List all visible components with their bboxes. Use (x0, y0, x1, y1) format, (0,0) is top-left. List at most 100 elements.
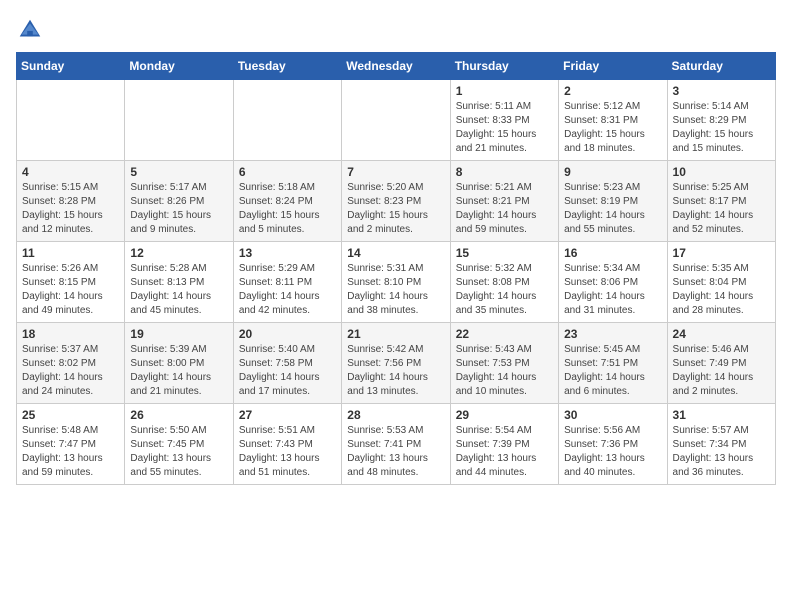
day-number: 30 (564, 408, 661, 422)
day-number: 15 (456, 246, 553, 260)
day-number: 6 (239, 165, 336, 179)
day-info: Sunrise: 5:32 AM Sunset: 8:08 PM Dayligh… (456, 262, 553, 318)
day-number: 27 (239, 408, 336, 422)
day-of-week-header: Saturday (667, 53, 775, 80)
calendar-cell: 22 Sunrise: 5:43 AM Sunset: 7:53 PM Dayli… (450, 323, 558, 404)
day-info: Sunrise: 5:40 AM Sunset: 7:58 PM Dayligh… (239, 343, 336, 399)
day-number: 8 (456, 165, 553, 179)
day-info: Sunrise: 5:37 AM Sunset: 8:02 PM Dayligh… (22, 343, 119, 399)
calendar-cell: 10Sunrise: 5:25 AM Sunset: 8:17 PM Dayli… (667, 161, 775, 242)
calendar-cell: 16Sunrise: 5:34 AM Sunset: 8:06 PM Dayli… (559, 242, 667, 323)
day-number: 14 (347, 246, 444, 260)
day-info: Sunrise: 5:50 AM Sunset: 7:45 PM Dayligh… (130, 424, 227, 480)
day-number: 10 (673, 165, 770, 179)
day-number: 20 (239, 327, 336, 341)
day-info: Sunrise: 5:42 AM Sunset: 7:56 PM Dayligh… (347, 343, 444, 399)
day-info: Sunrise: 5:45 AM Sunset: 7:51 PM Dayligh… (564, 343, 661, 399)
calendar-cell (125, 80, 233, 161)
calendar-cell: 20 Sunrise: 5:40 AM Sunset: 7:58 PM Dayli… (233, 323, 341, 404)
calendar-cell: 23 Sunrise: 5:45 AM Sunset: 7:51 PM Dayli… (559, 323, 667, 404)
calendar-cell: 29 Sunrise: 5:54 AM Sunset: 7:39 PM Dayli… (450, 404, 558, 485)
day-number: 3 (673, 84, 770, 98)
calendar-cell: 12Sunrise: 5:28 AM Sunset: 8:13 PM Dayli… (125, 242, 233, 323)
day-number: 26 (130, 408, 227, 422)
day-info: Sunrise: 5:56 AM Sunset: 7:36 PM Dayligh… (564, 424, 661, 480)
day-info: Sunrise: 5:57 AM Sunset: 7:34 PM Dayligh… (673, 424, 770, 480)
calendar-week-row: 1 Sunrise: 5:11 AM Sunset: 8:33 PM Daylig… (17, 80, 776, 161)
day-info: Sunrise: 5:48 AM Sunset: 7:47 PM Dayligh… (22, 424, 119, 480)
day-number: 2 (564, 84, 661, 98)
day-info: Sunrise: 5:20 AM Sunset: 8:23 PM Dayligh… (347, 181, 444, 237)
day-number: 25 (22, 408, 119, 422)
calendar-cell: 1 Sunrise: 5:11 AM Sunset: 8:33 PM Daylig… (450, 80, 558, 161)
calendar: SundayMondayTuesdayWednesdayThursdayFrid… (16, 52, 776, 485)
calendar-cell: 26 Sunrise: 5:50 AM Sunset: 7:45 PM Dayli… (125, 404, 233, 485)
calendar-week-row: 25 Sunrise: 5:48 AM Sunset: 7:47 PM Dayli… (17, 404, 776, 485)
day-info: Sunrise: 5:35 AM Sunset: 8:04 PM Dayligh… (673, 262, 770, 318)
calendar-cell (233, 80, 341, 161)
day-info: Sunrise: 5:12 AM Sunset: 8:31 PM Dayligh… (564, 100, 661, 156)
calendar-cell (17, 80, 125, 161)
day-info: Sunrise: 5:54 AM Sunset: 7:39 PM Dayligh… (456, 424, 553, 480)
calendar-cell: 13 Sunrise: 5:29 AM Sunset: 8:11 PM Dayli… (233, 242, 341, 323)
day-info: Sunrise: 5:29 AM Sunset: 8:11 PM Dayligh… (239, 262, 336, 318)
day-info: Sunrise: 5:31 AM Sunset: 8:10 PM Dayligh… (347, 262, 444, 318)
calendar-cell: 15 Sunrise: 5:32 AM Sunset: 8:08 PM Dayli… (450, 242, 558, 323)
calendar-cell: 14 Sunrise: 5:31 AM Sunset: 8:10 PM Dayli… (342, 242, 450, 323)
day-number: 19 (130, 327, 227, 341)
calendar-cell: 24Sunrise: 5:46 AM Sunset: 7:49 PM Dayli… (667, 323, 775, 404)
day-info: Sunrise: 5:39 AM Sunset: 8:00 PM Dayligh… (130, 343, 227, 399)
logo-icon (16, 16, 44, 44)
day-info: Sunrise: 5:17 AM Sunset: 8:26 PM Dayligh… (130, 181, 227, 237)
calendar-cell: 27 Sunrise: 5:51 AM Sunset: 7:43 PM Dayli… (233, 404, 341, 485)
calendar-cell: 31 Sunrise: 5:57 AM Sunset: 7:34 PM Dayli… (667, 404, 775, 485)
day-info: Sunrise: 5:46 AM Sunset: 7:49 PM Dayligh… (673, 343, 770, 399)
calendar-cell: 30 Sunrise: 5:56 AM Sunset: 7:36 PM Dayli… (559, 404, 667, 485)
day-number: 4 (22, 165, 119, 179)
calendar-cell: 18 Sunrise: 5:37 AM Sunset: 8:02 PM Dayli… (17, 323, 125, 404)
calendar-cell: 8 Sunrise: 5:21 AM Sunset: 8:21 PM Daylig… (450, 161, 558, 242)
calendar-cell: 7Sunrise: 5:20 AM Sunset: 8:23 PM Daylig… (342, 161, 450, 242)
header-row: SundayMondayTuesdayWednesdayThursdayFrid… (17, 53, 776, 80)
day-info: Sunrise: 5:11 AM Sunset: 8:33 PM Dayligh… (456, 100, 553, 156)
day-info: Sunrise: 5:26 AM Sunset: 8:15 PM Dayligh… (22, 262, 119, 318)
day-info: Sunrise: 5:14 AM Sunset: 8:29 PM Dayligh… (673, 100, 770, 156)
day-of-week-header: Friday (559, 53, 667, 80)
day-of-week-header: Tuesday (233, 53, 341, 80)
day-of-week-header: Thursday (450, 53, 558, 80)
day-number: 5 (130, 165, 227, 179)
calendar-week-row: 11Sunrise: 5:26 AM Sunset: 8:15 PM Dayli… (17, 242, 776, 323)
calendar-cell: 9 Sunrise: 5:23 AM Sunset: 8:19 PM Daylig… (559, 161, 667, 242)
calendar-cell: 28Sunrise: 5:53 AM Sunset: 7:41 PM Dayli… (342, 404, 450, 485)
day-number: 1 (456, 84, 553, 98)
logo (16, 16, 48, 44)
day-info: Sunrise: 5:43 AM Sunset: 7:53 PM Dayligh… (456, 343, 553, 399)
day-number: 9 (564, 165, 661, 179)
header (16, 16, 776, 44)
calendar-cell: 25 Sunrise: 5:48 AM Sunset: 7:47 PM Dayli… (17, 404, 125, 485)
day-info: Sunrise: 5:15 AM Sunset: 8:28 PM Dayligh… (22, 181, 119, 237)
day-number: 29 (456, 408, 553, 422)
day-number: 31 (673, 408, 770, 422)
day-number: 13 (239, 246, 336, 260)
calendar-cell: 5 Sunrise: 5:17 AM Sunset: 8:26 PM Daylig… (125, 161, 233, 242)
day-info: Sunrise: 5:51 AM Sunset: 7:43 PM Dayligh… (239, 424, 336, 480)
calendar-cell: 21 Sunrise: 5:42 AM Sunset: 7:56 PM Dayli… (342, 323, 450, 404)
day-number: 22 (456, 327, 553, 341)
day-number: 18 (22, 327, 119, 341)
day-info: Sunrise: 5:28 AM Sunset: 8:13 PM Dayligh… (130, 262, 227, 318)
calendar-cell: 6 Sunrise: 5:18 AM Sunset: 8:24 PM Daylig… (233, 161, 341, 242)
day-number: 28 (347, 408, 444, 422)
day-number: 17 (673, 246, 770, 260)
day-number: 23 (564, 327, 661, 341)
day-of-week-header: Sunday (17, 53, 125, 80)
calendar-cell (342, 80, 450, 161)
calendar-cell: 3 Sunrise: 5:14 AM Sunset: 8:29 PM Daylig… (667, 80, 775, 161)
calendar-body: 1 Sunrise: 5:11 AM Sunset: 8:33 PM Daylig… (17, 80, 776, 485)
day-info: Sunrise: 5:21 AM Sunset: 8:21 PM Dayligh… (456, 181, 553, 237)
day-number: 21 (347, 327, 444, 341)
day-info: Sunrise: 5:18 AM Sunset: 8:24 PM Dayligh… (239, 181, 336, 237)
calendar-header: SundayMondayTuesdayWednesdayThursdayFrid… (17, 53, 776, 80)
calendar-week-row: 4 Sunrise: 5:15 AM Sunset: 8:28 PM Daylig… (17, 161, 776, 242)
day-info: Sunrise: 5:23 AM Sunset: 8:19 PM Dayligh… (564, 181, 661, 237)
